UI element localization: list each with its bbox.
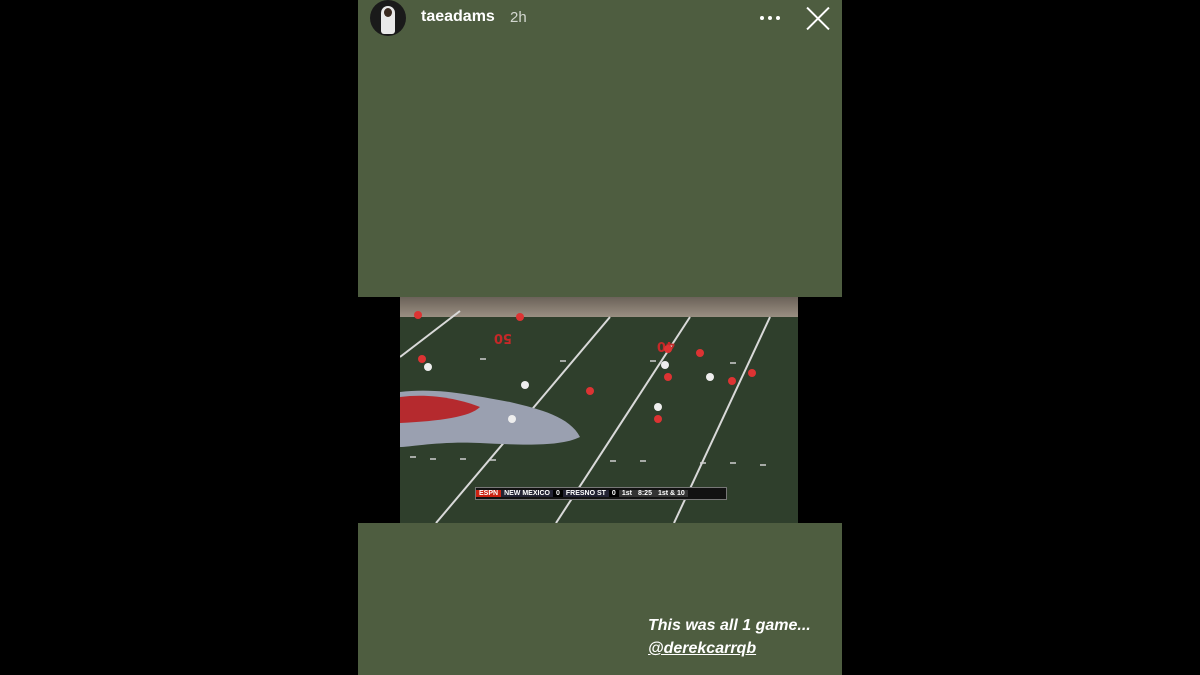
yard-line	[400, 310, 461, 358]
game-clock: 8:25	[634, 490, 655, 497]
dot-1	[760, 16, 764, 20]
avatar-face	[384, 8, 392, 17]
yard-number-50: 50	[494, 330, 512, 345]
quarter: 1st	[618, 490, 635, 497]
team2-name: FRESNO ST	[562, 490, 609, 497]
caption-text: This was all 1 game...	[648, 617, 811, 634]
story-viewer: taeadams 2h 50 40 ESPN NEW MEXICO 0 FRES…	[358, 0, 842, 675]
team2-score: 0	[608, 490, 619, 497]
username[interactable]: taeadams	[421, 8, 495, 26]
mention-link[interactable]: @derekcarrqb	[648, 637, 811, 660]
story-header: taeadams 2h	[358, 0, 842, 36]
avatar[interactable]	[370, 0, 406, 36]
story-caption: This was all 1 game... @derekcarrqb	[648, 614, 811, 660]
team1-score: 0	[552, 490, 563, 497]
post-time: 2h	[510, 9, 527, 26]
team1-name: NEW MEXICO	[501, 490, 553, 497]
dot-2	[768, 16, 772, 20]
down-distance: 1st & 10	[654, 490, 688, 497]
network-logo: ESPN	[476, 490, 502, 497]
football-field: 50 40 ESPN NEW MEXICO 0 FRESNO ST 0 1st …	[400, 297, 798, 523]
video-frame[interactable]: 50 40 ESPN NEW MEXICO 0 FRESNO ST 0 1st …	[358, 297, 842, 523]
close-icon[interactable]	[804, 4, 832, 32]
more-options-icon[interactable]	[758, 6, 786, 30]
scoreboard: ESPN NEW MEXICO 0 FRESNO ST 0 1st 8:25 1…	[475, 487, 727, 500]
dot-3	[776, 16, 780, 20]
